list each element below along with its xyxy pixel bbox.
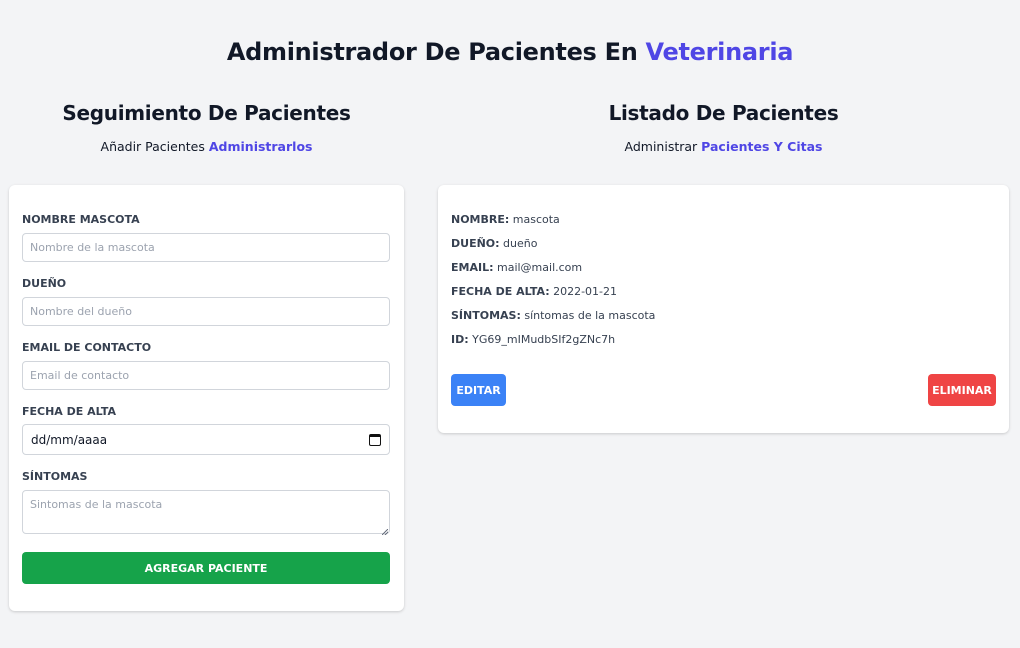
email-label: Email de Contacto [22,341,152,354]
patient-email-row: Email: mail@mail.com [451,261,582,274]
email-input[interactable] [22,361,390,390]
owner-input[interactable] [22,297,390,326]
patient-name-row: Nombre: mascota [451,213,560,226]
patient-owner-key: Dueño: [451,237,500,250]
list-subtitle-text: Administrar [624,139,698,154]
patient-name-key: Nombre: [451,213,510,226]
patient-date-value: 2022-01-21 [553,285,618,298]
resize-grip-icon[interactable] [382,529,388,535]
list-section-subtitle: Administrar Pacientes Y Citas [438,139,1009,154]
patient-email-value: mail@mail.com [496,261,583,274]
symptoms-label: Síntomas [22,470,88,483]
patient-date-row: Fecha de Alta: 2022-01-21 [451,285,617,298]
date-input-value: dd/mm/aaaa [31,432,108,447]
patient-date-key: Fecha de Alta: [451,285,550,298]
form-subtitle-accent: Administrarlos [208,139,313,154]
page-title: Administrador De Pacientes En Veterinari… [0,38,1020,66]
patient-symptoms-key: Síntomas: [451,309,521,322]
page-title-accent: Veterinaria [645,38,794,66]
patient-owner-row: Dueño: dueño [451,237,537,250]
patient-card: Nombre: mascota Dueño: dueño Email: mail… [438,185,1009,433]
patient-id-row: ID: YG69_mIMudbSIf2gZNc7h [451,333,615,346]
add-patient-button[interactable]: Agregar Paciente [22,552,390,584]
form-section-heading: Seguimiento De Pacientes [62,101,351,125]
pet-name-input[interactable] [22,233,390,262]
date-label: Fecha de Alta [22,405,116,418]
form-section-subtitle: Añadir Pacientes Administrarlos [9,139,404,154]
symptoms-textarea[interactable] [22,490,390,534]
patient-symptoms-value: síntomas de la mascota [524,309,656,322]
form-subtitle-text: Añadir Pacientes [100,139,205,154]
patient-owner-value: dueño [503,237,538,250]
delete-button[interactable]: Eliminar [928,374,996,406]
patient-form: Nombre Mascota Dueño Email de Contacto F… [9,185,404,611]
list-subtitle-accent: Pacientes Y Citas [701,139,823,154]
pet-name-label: Nombre Mascota [22,213,140,226]
patient-id-value: YG69_mIMudbSIf2gZNc7h [472,333,616,346]
calendar-icon[interactable] [369,433,381,446]
edit-button[interactable]: Editar [451,374,506,406]
date-input[interactable]: dd/mm/aaaa [22,424,390,455]
page-title-main: Administrador De Pacientes En [226,38,638,66]
patient-email-key: Email: [451,261,494,274]
owner-label: Dueño [22,277,67,290]
patient-id-key: ID: [451,333,469,346]
patient-symptoms-row: Síntomas: síntomas de la mascota [451,309,655,322]
list-section-heading: Listado De Pacientes [608,101,839,125]
patient-name-value: mascota [512,213,560,226]
